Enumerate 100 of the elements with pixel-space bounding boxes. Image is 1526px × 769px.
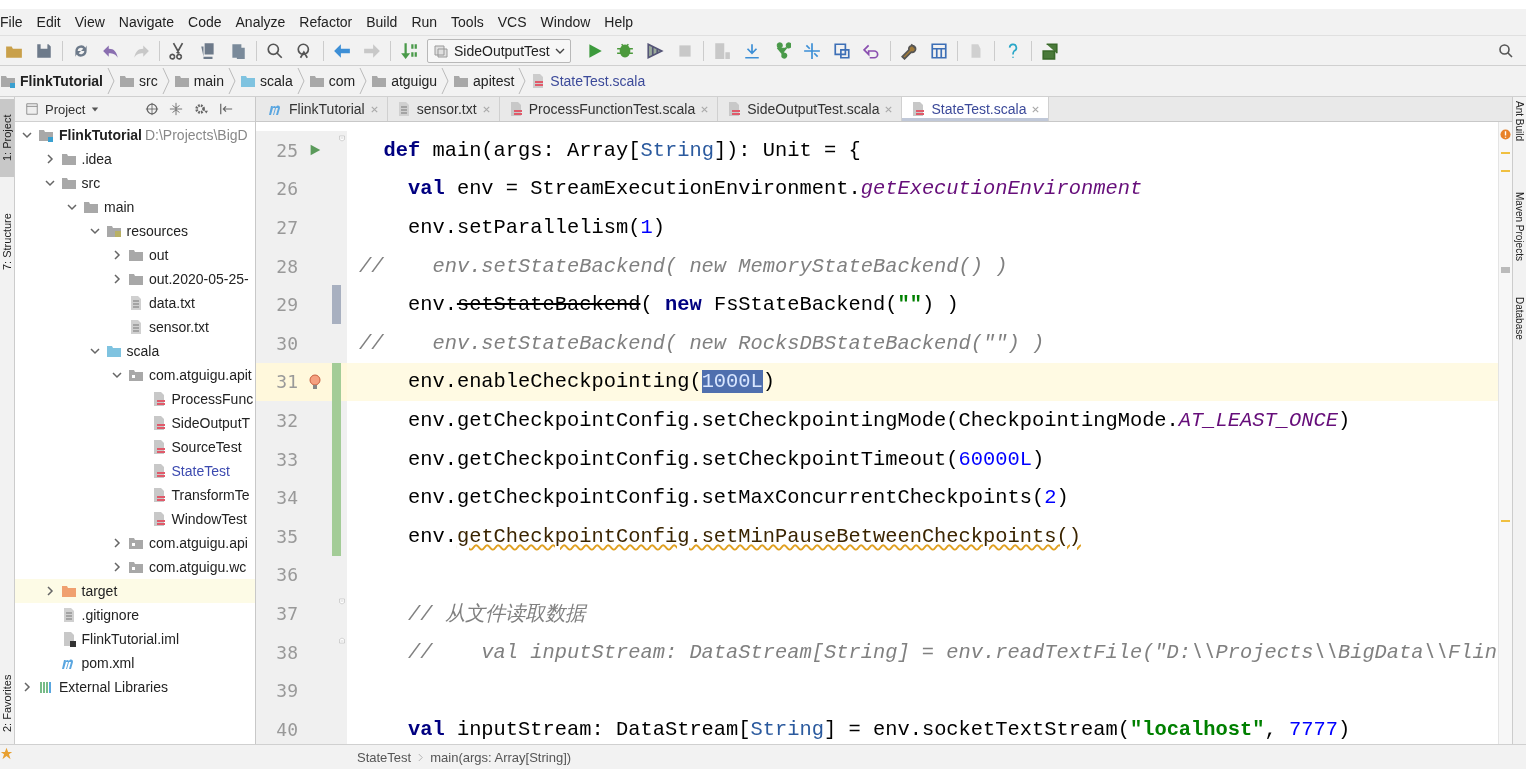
breadcrumb-item[interactable]: StateTest — [357, 749, 412, 765]
chevron-icon — [359, 67, 368, 95]
editor-tab[interactable]: FlinkTutorial — [260, 97, 388, 121]
chevron-icon[interactable] — [111, 561, 123, 573]
close-icon[interactable] — [369, 104, 379, 114]
breadcrumb-item[interactable]: com — [308, 73, 356, 89]
menu-item[interactable]: Run — [411, 14, 438, 30]
run-configuration-dropdown[interactable]: SideOutputTest — [427, 38, 571, 63]
chevron-icon[interactable] — [88, 345, 101, 357]
tree-item[interactable]: com.atguigu.wc — [149, 559, 247, 575]
tool-window-tab[interactable]: Ant Build — [1513, 101, 1526, 142]
breadcrumb-item[interactable]: src — [118, 73, 158, 89]
code-line: env.getCheckpointConfig.setMaxConcurrentCheckpoints(2) — [406, 486, 1069, 510]
chevron-icon[interactable] — [21, 681, 33, 693]
folder-icon — [128, 247, 144, 263]
folder-icon — [60, 151, 77, 167]
menu-item[interactable]: Analyze — [235, 14, 286, 30]
menu-item[interactable]: File — [0, 14, 23, 30]
change-marker[interactable] — [332, 285, 341, 324]
tree-item[interactable]: main — [104, 199, 135, 215]
close-icon[interactable] — [481, 104, 491, 114]
package-icon — [128, 559, 144, 575]
editor-tab[interactable]: StateTest.scala — [902, 97, 1050, 121]
tree-item[interactable]: com.atguigu.api — [149, 535, 248, 551]
run-icon[interactable] — [308, 143, 322, 158]
menu-item[interactable]: Window — [540, 14, 591, 30]
menu-item[interactable]: Code — [188, 14, 222, 30]
tree-item[interactable]: SideOutputT — [171, 415, 251, 431]
menu-item[interactable]: Tools — [451, 14, 484, 30]
menu-item[interactable]: Help — [604, 14, 634, 30]
chevron-icon — [161, 67, 170, 95]
close-icon[interactable] — [700, 104, 710, 114]
line-number: 27 — [275, 217, 298, 238]
breadcrumb-item[interactable]: main — [173, 73, 224, 89]
close-icon[interactable] — [884, 104, 894, 114]
tree-item[interactable]: com.atguigu.apit — [149, 367, 252, 383]
chevron-icon[interactable] — [88, 225, 101, 237]
settings-icon[interactable] — [193, 102, 209, 116]
breadcrumb-item[interactable]: StateTest.scala — [530, 73, 646, 89]
hide-panel-icon[interactable] — [219, 102, 233, 116]
tree-item[interactable]: ProcessFunc — [171, 391, 254, 407]
chevron-icon[interactable] — [43, 177, 56, 189]
tool-window-tab[interactable]: 7: Structure — [0, 197, 14, 287]
warning-icon[interactable] — [1500, 129, 1511, 140]
tree-item[interactable]: .gitignore — [81, 607, 140, 623]
tree-item[interactable]: SourceTest — [171, 439, 242, 455]
menu-item[interactable]: View — [74, 14, 105, 30]
tool-window-tab[interactable]: 2: Favorites — [0, 665, 14, 741]
tree-item[interactable]: src — [81, 175, 101, 191]
collapse-all-icon[interactable] — [169, 102, 183, 116]
folder-icon — [118, 73, 135, 89]
tool-window-tab[interactable]: 1: Project — [0, 99, 14, 177]
breadcrumb-item[interactable]: apitest — [453, 73, 515, 89]
tool-window-tab[interactable]: Database — [1513, 297, 1526, 340]
code-line: // val inputStream: DataStream[String] = env.readTextFile("D:\\Projects\\BigData\\Flin — [406, 640, 1497, 664]
breadcrumb-item[interactable]: FlinkTutorial — [0, 73, 103, 89]
tree-item[interactable]: External Libraries — [59, 679, 168, 695]
target-icon[interactable] — [145, 102, 159, 116]
tree-item[interactable]: scala — [126, 343, 160, 359]
line-number: 35 — [275, 525, 298, 547]
tree-item[interactable]: FlinkTutorial.iml — [81, 631, 179, 647]
tree-item[interactable]: FlinkTutorial — [59, 127, 142, 143]
chevron-icon[interactable] — [111, 273, 123, 285]
chevron-icon[interactable] — [21, 129, 33, 141]
tree-item[interactable]: out — [149, 247, 169, 263]
breadcrumb-item[interactable]: atguigu — [371, 73, 438, 89]
tree-item[interactable]: sensor.txt — [149, 319, 209, 335]
line-number: 30 — [275, 332, 298, 354]
tree-item[interactable]: StateTest — [171, 463, 230, 479]
line-number: 26 — [275, 178, 298, 200]
chevron-icon[interactable] — [66, 201, 78, 213]
chevron-icon[interactable] — [111, 249, 123, 261]
chevron-icon — [296, 67, 305, 95]
tree-item[interactable]: resources — [126, 223, 188, 239]
editor-tab[interactable]: ProcessFunctionTest.scala — [499, 97, 719, 121]
line-number: 31 — [275, 371, 298, 393]
tree-item[interactable]: out.2020-05-25- — [149, 271, 249, 287]
breadcrumb-item[interactable]: main(args: Array[String]) — [430, 749, 572, 765]
project-icon — [38, 127, 54, 143]
tool-window-tab[interactable]: Maven Projects — [1513, 192, 1526, 261]
tree-item[interactable]: .idea — [81, 151, 112, 167]
tree-item[interactable]: WindowTest — [171, 511, 247, 527]
chevron-icon[interactable] — [111, 369, 123, 381]
menu-item[interactable]: VCS — [497, 14, 527, 30]
line-number: 39 — [275, 680, 298, 702]
menu-item[interactable]: Build — [366, 14, 398, 30]
lightbulb-icon[interactable] — [307, 373, 323, 390]
chevron-icon[interactable] — [111, 537, 123, 549]
tree-item[interactable]: target — [81, 583, 118, 599]
tree-item[interactable]: TransformTe — [171, 487, 250, 503]
menu-item[interactable]: Refactor — [299, 14, 353, 30]
editor-tab[interactable]: sensor.txt — [387, 97, 500, 121]
breadcrumb-item[interactable]: scala — [240, 73, 293, 89]
menu-item[interactable]: Navigate — [118, 14, 175, 30]
tree-item[interactable]: pom.xml — [81, 655, 135, 671]
change-marker[interactable] — [332, 516, 341, 556]
change-marker[interactable] — [332, 362, 341, 402]
menu-item[interactable]: Edit — [36, 14, 61, 30]
close-icon[interactable] — [1031, 104, 1041, 114]
tree-item[interactable]: data.txt — [149, 295, 195, 311]
